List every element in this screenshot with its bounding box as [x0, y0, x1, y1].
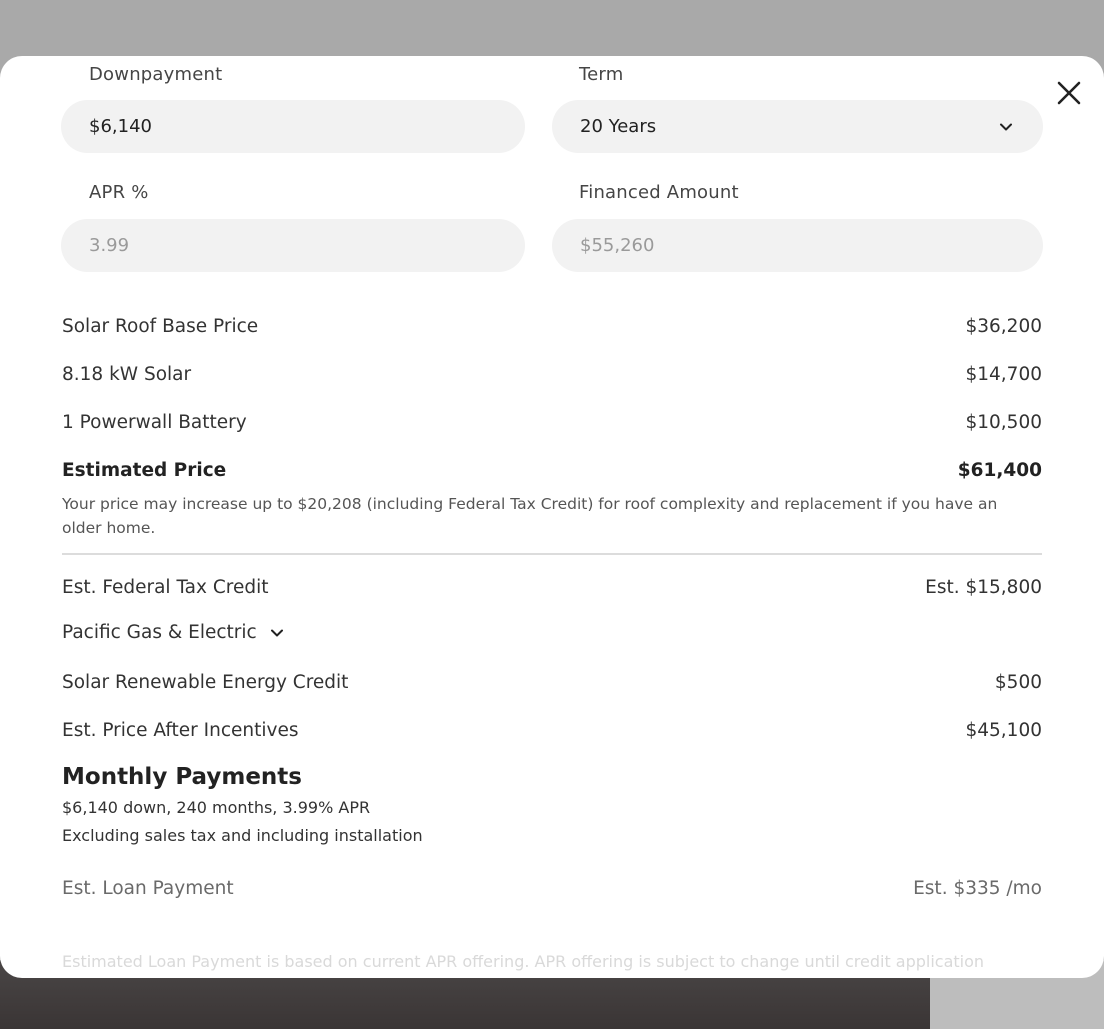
price-row-base: Solar Roof Base Price $36,200 [62, 316, 1042, 337]
srec-value: $500 [994, 672, 1042, 693]
estimated-price-row: Estimated Price $61,400 [62, 460, 1042, 481]
loan-payment-label: Est. Loan Payment [62, 878, 234, 899]
price-label: 1 Powerwall Battery [62, 412, 247, 433]
price-after-incentives-row: Est. Price After Incentives $45,100 [62, 720, 1042, 741]
loan-payment-row: Est. Loan Payment Est. $335 /mo [62, 878, 1042, 899]
downpayment-input[interactable]: $6,140 [61, 100, 525, 153]
price-row-solar: 8.18 kW Solar $14,700 [62, 364, 1042, 385]
price-row-powerwall: 1 Powerwall Battery $10,500 [62, 412, 1042, 433]
chevron-down-icon [1000, 123, 1012, 131]
chevron-down-icon [270, 629, 283, 636]
price-after-incentives-value: $45,100 [965, 720, 1042, 741]
price-value: $14,700 [965, 364, 1042, 385]
apr-label: APR % [89, 182, 149, 203]
apr-input: 3.99 [61, 219, 525, 272]
utility-label: Pacific Gas & Electric [62, 622, 257, 643]
price-disclaimer: Your price may increase up to $20,208 (i… [62, 495, 998, 537]
close-icon [1057, 81, 1081, 105]
federal-tax-credit-row: Est. Federal Tax Credit Est. $15,800 [62, 577, 1042, 598]
close-button[interactable] [1052, 76, 1086, 110]
downpayment-value: $6,140 [89, 116, 152, 137]
payment-calculator-modal: Downpayment $6,140 Term 20 Years APR % 3… [0, 56, 1104, 978]
term-select[interactable]: 20 Years [552, 100, 1043, 153]
monthly-payments-note: Excluding sales tax and including instal… [62, 826, 423, 845]
federal-tax-credit-value: Est. $15,800 [925, 577, 1042, 598]
price-value: $36,200 [965, 316, 1042, 337]
term-label: Term [579, 64, 624, 85]
utility-dropdown[interactable]: Pacific Gas & Electric [62, 622, 285, 643]
price-value: $10,500 [965, 412, 1042, 433]
srec-label: Solar Renewable Energy Credit [62, 672, 349, 693]
price-after-incentives-label: Est. Price After Incentives [62, 720, 299, 741]
estimated-price-label: Estimated Price [62, 460, 227, 481]
loan-payment-value: Est. $335 /mo [913, 878, 1042, 899]
srec-row: Solar Renewable Energy Credit $500 [62, 672, 1042, 693]
apr-value: 3.99 [89, 235, 130, 256]
monthly-payments-detail: $6,140 down, 240 months, 3.99% APR [62, 798, 371, 817]
monthly-payments-title: Monthly Payments [62, 764, 302, 790]
financed-amount-label: Financed Amount [579, 182, 739, 203]
financed-amount-value: $55,260 [580, 235, 655, 256]
loan-disclaimer: Estimated Loan Payment is based on curre… [62, 952, 985, 971]
price-label: Solar Roof Base Price [62, 316, 259, 337]
federal-tax-credit-label: Est. Federal Tax Credit [62, 577, 269, 598]
downpayment-label: Downpayment [89, 64, 223, 85]
financed-amount-input: $55,260 [552, 219, 1043, 272]
term-value: 20 Years [580, 116, 657, 137]
estimated-price-value: $61,400 [957, 460, 1042, 481]
divider [62, 553, 1042, 555]
price-label: 8.18 kW Solar [62, 364, 192, 385]
